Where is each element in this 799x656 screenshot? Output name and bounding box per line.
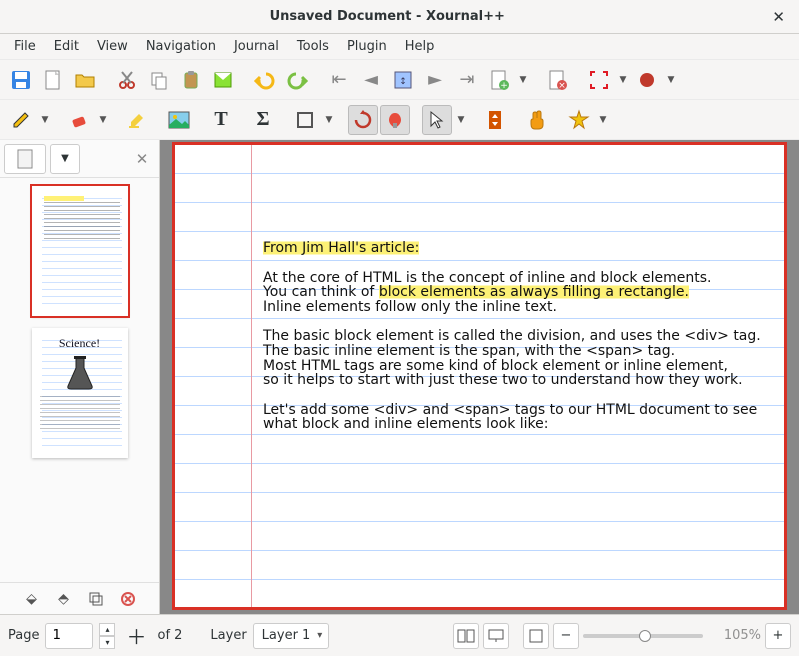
svg-text:×: × bbox=[558, 81, 566, 91]
side-nav-up-button[interactable]: ⬙ bbox=[20, 587, 44, 611]
page-view-mode-button[interactable] bbox=[4, 144, 46, 174]
star-tool-dropdown[interactable]: ▼ bbox=[596, 115, 610, 125]
goto-page-button[interactable]: ↕ bbox=[388, 65, 418, 95]
svg-text:+: + bbox=[500, 81, 508, 91]
titlebar: Unsaved Document - Xournal++ ✕ bbox=[0, 0, 799, 34]
fullscreen-dropdown[interactable]: ▼ bbox=[616, 75, 630, 85]
side-panel: ▼ ✕ Science! ⬙ ⬘ bbox=[0, 140, 160, 614]
eraser-tool-dropdown[interactable]: ▼ bbox=[96, 115, 110, 125]
page-content: From Jim Hall's article: At the core of … bbox=[263, 241, 760, 432]
canvas[interactable]: From Jim Hall's article: At the core of … bbox=[160, 140, 799, 614]
first-page-button[interactable]: ⇤ bbox=[324, 65, 354, 95]
menu-view[interactable]: View bbox=[89, 36, 136, 57]
prev-page-button[interactable]: ◄ bbox=[356, 65, 386, 95]
side-panel-bottom: ⬙ ⬘ bbox=[0, 582, 159, 614]
svg-text:↕: ↕ bbox=[399, 77, 407, 87]
close-side-panel-button[interactable]: ✕ bbox=[129, 146, 155, 172]
thumbnail-page-2[interactable]: Science! bbox=[32, 328, 128, 458]
save-button[interactable] bbox=[6, 65, 36, 95]
thumbnail-page-1[interactable] bbox=[32, 186, 128, 316]
math-tool[interactable]: Σ bbox=[248, 105, 278, 135]
record-button[interactable] bbox=[632, 65, 662, 95]
eraser-tool[interactable] bbox=[64, 105, 94, 135]
delete-page-button[interactable]: × bbox=[542, 65, 572, 95]
menu-plugin[interactable]: Plugin bbox=[339, 36, 395, 57]
menu-edit[interactable]: Edit bbox=[46, 36, 87, 57]
undo-button[interactable] bbox=[250, 65, 280, 95]
vertical-space-tool[interactable] bbox=[480, 105, 510, 135]
image-tool[interactable] bbox=[164, 105, 194, 135]
menubar: File Edit View Navigation Journal Tools … bbox=[0, 34, 799, 60]
heading-highlight: From Jim Hall's article: bbox=[263, 240, 419, 256]
menu-journal[interactable]: Journal bbox=[226, 36, 287, 57]
status-bar: Page ▴▾ ＋ of 2 Layer Layer 1 − 105% + bbox=[0, 614, 799, 656]
flask-icon bbox=[64, 356, 96, 390]
copy-button[interactable] bbox=[144, 65, 174, 95]
new-button[interactable] bbox=[38, 65, 68, 95]
redo-button[interactable] bbox=[282, 65, 312, 95]
next-page-button[interactable]: ► bbox=[420, 65, 450, 95]
text-tool[interactable]: T bbox=[206, 105, 236, 135]
select-tool-dropdown[interactable]: ▼ bbox=[454, 115, 468, 125]
window-title: Unsaved Document - Xournal++ bbox=[8, 9, 766, 24]
side-duplicate-button[interactable] bbox=[84, 587, 108, 611]
pen-tool[interactable] bbox=[6, 105, 36, 135]
menu-navigation[interactable]: Navigation bbox=[138, 36, 224, 57]
last-page-button[interactable]: ⇥ bbox=[452, 65, 482, 95]
star-tool[interactable] bbox=[564, 105, 594, 135]
toolbar-2: ▼ ▼ T Σ ▼ ▼ ▼ bbox=[0, 100, 799, 140]
grid-snap-button[interactable] bbox=[380, 105, 410, 135]
menu-tools[interactable]: Tools bbox=[289, 36, 337, 57]
side-nav-down-button[interactable]: ⬘ bbox=[52, 587, 76, 611]
fullscreen-button[interactable] bbox=[584, 65, 614, 95]
thumbnail-2-label: Science! bbox=[32, 336, 128, 351]
thumbnail-list: Science! bbox=[0, 178, 159, 582]
highlighter-tool[interactable] bbox=[122, 105, 152, 135]
shape-tool[interactable] bbox=[290, 105, 320, 135]
toolbar-1: ⇤ ◄ ↕ ► ⇥ + ▼ × ▼ ▼ bbox=[0, 60, 799, 100]
side-panel-controls: ▼ ✕ bbox=[0, 140, 159, 178]
select-tool[interactable] bbox=[422, 105, 452, 135]
rotate-snap-button[interactable] bbox=[348, 105, 378, 135]
side-panel-dropdown[interactable]: ▼ bbox=[50, 144, 80, 174]
record-dropdown[interactable]: ▼ bbox=[664, 75, 678, 85]
cut-button[interactable] bbox=[112, 65, 142, 95]
pen-tool-dropdown[interactable]: ▼ bbox=[38, 115, 52, 125]
shape-tool-dropdown[interactable]: ▼ bbox=[322, 115, 336, 125]
menu-help[interactable]: Help bbox=[397, 36, 443, 57]
insert-page-dropdown[interactable]: ▼ bbox=[516, 75, 530, 85]
main-area: ▼ ✕ Science! ⬙ ⬘ From Jim Hall bbox=[0, 140, 799, 614]
hand-tool[interactable] bbox=[522, 105, 552, 135]
filter-button[interactable] bbox=[208, 65, 238, 95]
open-button[interactable] bbox=[70, 65, 100, 95]
window-close-button[interactable]: ✕ bbox=[766, 6, 791, 28]
side-delete-button[interactable] bbox=[116, 587, 140, 611]
paste-button[interactable] bbox=[176, 65, 206, 95]
insert-page-button[interactable]: + bbox=[484, 65, 514, 95]
menu-file[interactable]: File bbox=[6, 36, 44, 57]
page-1: From Jim Hall's article: At the core of … bbox=[172, 142, 787, 610]
